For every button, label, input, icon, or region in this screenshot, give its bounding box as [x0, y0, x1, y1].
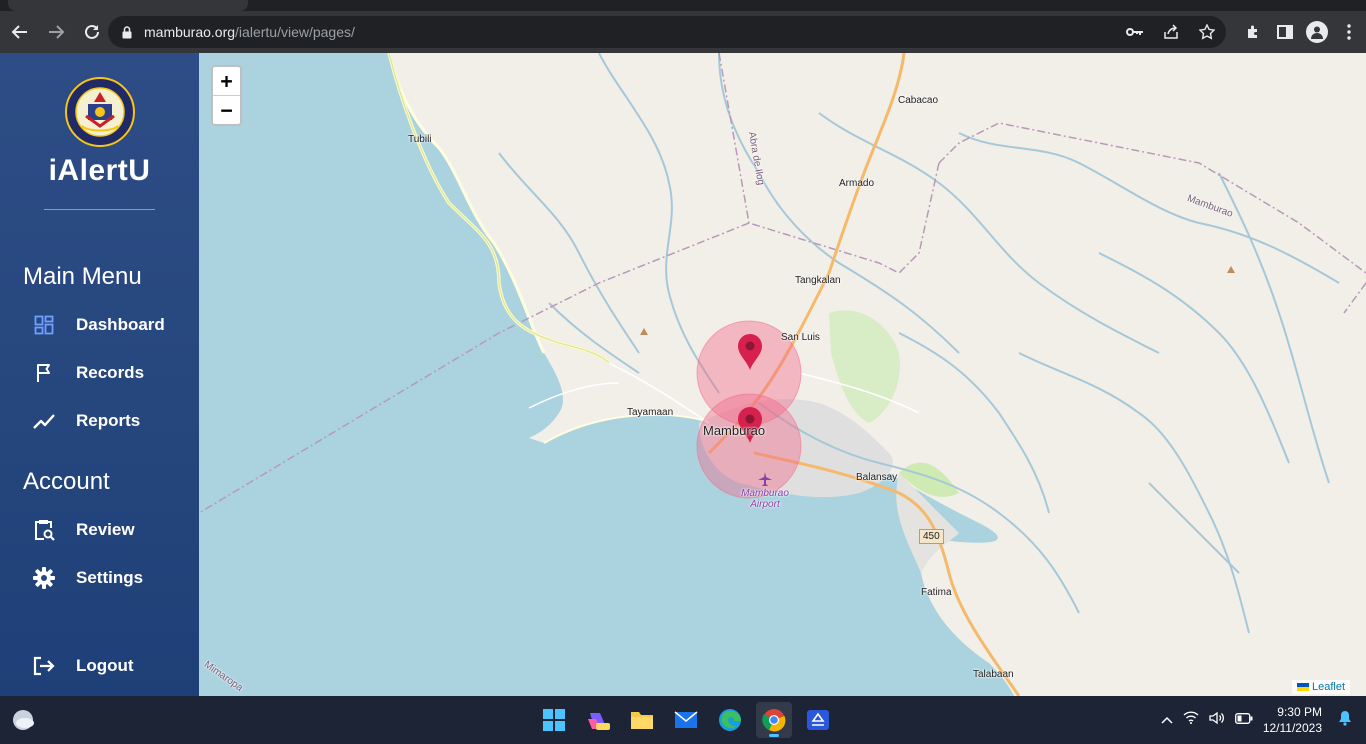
sidebar-item-records[interactable]: Records	[33, 358, 193, 388]
sidebar-item-label: Dashboard	[76, 315, 165, 334]
browser-toolbar: mamburao.org/ialertu/view/pages/	[0, 11, 1366, 53]
forward-button[interactable]	[40, 16, 72, 48]
zoom-in-button[interactable]: +	[213, 67, 240, 95]
volume-icon[interactable]	[1209, 711, 1225, 730]
sidebar-item-label: Settings	[76, 568, 144, 587]
copilot-app[interactable]	[580, 702, 616, 738]
sidebar-item-label: Records	[76, 363, 145, 382]
zoom-control: + −	[211, 65, 242, 126]
wifi-icon[interactable]	[1183, 711, 1199, 729]
chevron-up-icon[interactable]	[1161, 711, 1173, 729]
sidebar-item-dashboard[interactable]: Dashboard	[33, 310, 193, 340]
place-label: San Luis	[781, 332, 820, 343]
battery-icon[interactable]	[1234, 711, 1253, 729]
back-button[interactable]	[4, 16, 36, 48]
url-text: mamburao.org/ialertu/view/pages/	[144, 24, 355, 40]
arrow-left-icon	[11, 25, 27, 39]
reload-icon	[85, 24, 99, 39]
bookmark-star-icon[interactable]	[1196, 21, 1218, 43]
app: iAlertU Main Menu Dashboard Records Repo…	[0, 53, 1366, 696]
clipboard-search-icon	[33, 519, 55, 541]
address-bar[interactable]: mamburao.org/ialertu/view/pages/	[108, 16, 1226, 48]
main-menu-title: Main Menu	[23, 263, 142, 290]
key-icon[interactable]	[1124, 21, 1146, 43]
start-button[interactable]	[536, 702, 572, 738]
share-icon[interactable]	[1160, 21, 1182, 43]
edge-icon	[719, 709, 741, 731]
logout-label: Logout	[76, 656, 134, 675]
notification-bell-icon[interactable]	[1338, 710, 1352, 731]
place-label: Balansay	[856, 472, 898, 483]
menu-kebab-icon[interactable]	[1338, 21, 1360, 43]
copilot-icon	[588, 713, 610, 730]
sidebar-item-reports[interactable]: Reports	[33, 406, 193, 436]
app-brand: iAlertU	[48, 154, 151, 187]
lock-icon[interactable]	[120, 25, 134, 39]
chrome-icon	[762, 709, 786, 732]
place-label: Tubili	[408, 134, 432, 145]
mail-app[interactable]	[668, 702, 704, 738]
place-label: Fatima	[921, 587, 952, 598]
dashboard-icon	[33, 314, 55, 336]
airport-icon	[758, 472, 772, 486]
url-path: /ialertu/view/pages/	[235, 24, 355, 40]
logout-button[interactable]: Logout	[33, 651, 193, 681]
road-shield: 450	[919, 529, 944, 544]
sidebar-item-label: Review	[76, 520, 135, 539]
arrow-right-icon	[49, 25, 65, 39]
chrome-app[interactable]	[756, 702, 792, 738]
system-clock[interactable]: 9:30 PM 12/11/2023	[1263, 704, 1322, 736]
windows-logo-icon	[543, 709, 565, 731]
weather-widget-icon[interactable]	[12, 709, 36, 736]
sidebar-item-settings[interactable]: Settings	[33, 563, 193, 593]
person-icon	[1311, 26, 1323, 39]
gear-icon	[33, 567, 55, 589]
sidebar: iAlertU Main Menu Dashboard Records Repo…	[0, 53, 199, 696]
trend-icon	[33, 410, 55, 432]
reload-button[interactable]	[76, 16, 108, 48]
place-label: Tayamaan	[627, 407, 674, 418]
brand-divider	[44, 209, 155, 210]
incident-map[interactable]: Tubili Cabacao Abra de Ilog Armado Mambu…	[199, 53, 1366, 696]
active-tab[interactable]	[8, 0, 248, 11]
notes-app[interactable]	[800, 702, 836, 738]
notes-icon	[807, 710, 829, 730]
place-label: Cabacao	[898, 95, 939, 106]
map-tiles	[199, 53, 1366, 696]
zoom-out-button[interactable]: −	[213, 95, 240, 123]
clock-time: 9:30 PM	[1277, 705, 1322, 719]
place-label: Armado	[839, 178, 875, 189]
account-title: Account	[23, 468, 110, 495]
place-label: Talabaan	[973, 669, 1014, 680]
sidebar-item-label: Reports	[76, 411, 141, 430]
windows-taskbar: 9:30 PM 12/11/2023	[0, 696, 1366, 744]
fire-protection-seal-logo	[64, 76, 136, 148]
edge-app[interactable]	[712, 702, 748, 738]
tab-strip	[0, 0, 1366, 11]
extensions-icon[interactable]	[1242, 21, 1264, 43]
alert-marker-pin[interactable]	[737, 333, 763, 371]
profile-avatar[interactable]	[1306, 21, 1328, 43]
place-label: Tangkalan	[795, 275, 841, 286]
flag-icon	[33, 362, 55, 384]
mail-icon	[674, 711, 698, 728]
side-panel-icon[interactable]	[1274, 21, 1296, 43]
leaflet-link[interactable]: Leaflet	[1312, 681, 1345, 693]
place-label: Mamburao	[703, 423, 766, 438]
folder-icon	[631, 712, 653, 729]
clock-date: 12/11/2023	[1262, 721, 1322, 735]
ukraine-flag-icon	[1296, 683, 1309, 691]
sidebar-item-review[interactable]: Review	[33, 515, 193, 545]
map-attribution: Leaflet	[1291, 680, 1350, 694]
logout-icon	[33, 655, 55, 677]
url-host: mamburao.org	[144, 24, 236, 40]
place-label: Mamburao Airport	[741, 488, 789, 510]
file-explorer-app[interactable]	[624, 702, 660, 738]
